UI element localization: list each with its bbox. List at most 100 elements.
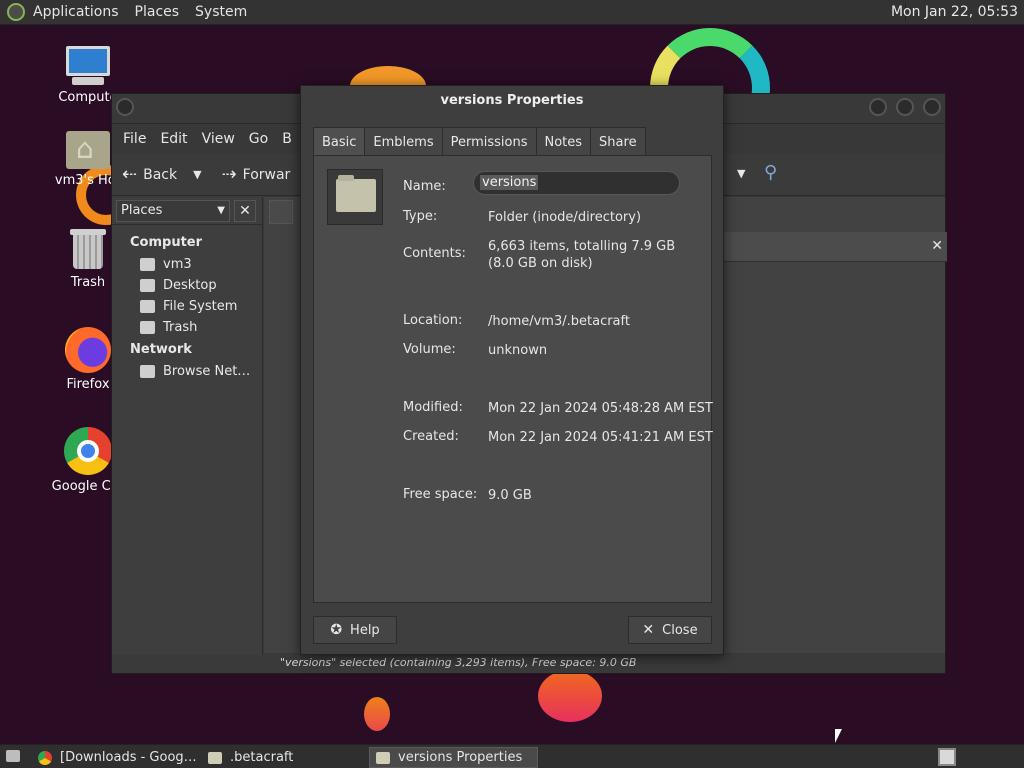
clock[interactable]: Mon Jan 22, 05:53 bbox=[891, 4, 1018, 20]
sidebar-item-label: Trash bbox=[163, 320, 198, 335]
home-icon bbox=[140, 258, 155, 271]
sidebar-item-label: vm3 bbox=[163, 257, 192, 272]
location-label: Location: bbox=[403, 313, 463, 328]
distro-logo-icon[interactable] bbox=[7, 3, 25, 21]
minimize-button[interactable] bbox=[869, 98, 887, 116]
contents-label: Contents: bbox=[403, 246, 466, 261]
help-label: Help bbox=[350, 622, 380, 638]
home-folder-icon bbox=[66, 131, 110, 169]
taskbar-item-label: [Downloads - Goog… bbox=[60, 750, 197, 765]
tab-permissions[interactable]: Permissions bbox=[441, 127, 537, 156]
basic-panel: Name: Type: Folder (inode/directory) Con… bbox=[313, 155, 713, 603]
menu-view[interactable]: View bbox=[195, 131, 242, 147]
forward-button[interactable]: ⇢ Forwar bbox=[212, 164, 301, 185]
taskbar-item-betacraft[interactable]: .betacraft bbox=[202, 747, 367, 768]
forward-label: Forwar bbox=[242, 166, 291, 183]
bottom-panel: [Downloads - Goog… .betacraft versions P… bbox=[0, 744, 1024, 768]
menu-bookmarks[interactable]: B bbox=[275, 131, 299, 147]
search-icon[interactable]: ⚲ bbox=[764, 162, 777, 183]
status-bar: "versions" selected (containing 3,293 it… bbox=[264, 653, 945, 673]
taskbar-item-label: versions Properties bbox=[398, 750, 523, 765]
chevron-down-icon[interactable]: ▼ bbox=[737, 167, 745, 180]
chevron-down-icon: ▼ bbox=[217, 205, 225, 216]
free-space-label: Free space: bbox=[403, 487, 478, 502]
edit-location-button[interactable] bbox=[269, 200, 293, 224]
desktop-icon-label: Compute bbox=[58, 90, 118, 105]
desktop-icon-label: Firefox bbox=[66, 377, 110, 392]
tab-notes[interactable]: Notes bbox=[535, 127, 592, 156]
menu-places[interactable]: Places bbox=[127, 4, 188, 20]
places-bar: Places ▼ ✕ bbox=[112, 197, 262, 225]
chrome-icon bbox=[64, 427, 112, 475]
close-icon: ✕ bbox=[642, 622, 655, 638]
properties-dialog: versions Properties Basic Emblems Permis… bbox=[300, 85, 724, 655]
top-panel: Applications Places System Mon Jan 22, 0… bbox=[0, 0, 1024, 25]
sidebar-item-filesystem[interactable]: File System bbox=[112, 296, 262, 317]
trash-icon bbox=[70, 227, 106, 271]
folder-icon bbox=[376, 751, 390, 764]
tab-share[interactable]: Share bbox=[590, 127, 646, 156]
drive-icon bbox=[140, 300, 155, 313]
sidebar-item-browse-network[interactable]: Browse Net… bbox=[112, 361, 262, 382]
sidebar-item-desktop[interactable]: Desktop bbox=[112, 275, 262, 296]
mouse-cursor-icon bbox=[835, 729, 842, 743]
volume-value: unknown bbox=[488, 343, 548, 358]
menu-edit[interactable]: Edit bbox=[153, 131, 194, 147]
sidebar-item-label: Browse Net… bbox=[163, 364, 251, 379]
folder-icon bbox=[208, 751, 222, 764]
sidebar-header-network: Network bbox=[130, 342, 192, 357]
created-value: Mon 22 Jan 2024 05:41:21 AM EST bbox=[488, 430, 713, 445]
tab-emblems[interactable]: Emblems bbox=[364, 127, 443, 156]
arrow-right-icon: ⇢ bbox=[221, 164, 237, 185]
close-window-button[interactable] bbox=[923, 98, 941, 116]
help-button[interactable]: ✪ Help bbox=[313, 616, 397, 644]
workspace-switcher[interactable] bbox=[938, 748, 956, 766]
taskbar-item-versions-properties[interactable]: versions Properties bbox=[369, 747, 538, 768]
sidebar-item-trash[interactable]: Trash bbox=[112, 317, 262, 338]
firefox-icon bbox=[65, 327, 111, 373]
close-icon[interactable]: ✕ bbox=[234, 199, 256, 222]
back-button[interactable]: ⇠ Back ▼ bbox=[112, 164, 212, 185]
desktop-icon bbox=[140, 279, 155, 292]
name-field[interactable]: versions bbox=[473, 171, 680, 195]
background-blob-orange-small bbox=[364, 697, 390, 731]
contents-value-line1: 6,663 items, totalling 7.9 GB bbox=[488, 239, 676, 254]
modified-label: Modified: bbox=[403, 400, 463, 415]
folder-icon[interactable] bbox=[327, 169, 383, 225]
menu-applications[interactable]: Applications bbox=[25, 4, 127, 20]
modified-value: Mon 22 Jan 2024 05:48:28 AM EST bbox=[488, 401, 713, 416]
tab-strip: Basic Emblems Permissions Notes Share bbox=[313, 127, 646, 156]
dialog-title[interactable]: versions Properties bbox=[301, 86, 723, 116]
free-space-value: 9.0 GB bbox=[488, 488, 532, 503]
close-button[interactable]: ✕ Close bbox=[628, 616, 712, 644]
chevron-down-icon[interactable]: ▼ bbox=[193, 168, 201, 181]
places-selector[interactable]: Places ▼ bbox=[116, 199, 230, 222]
network-icon bbox=[140, 365, 155, 378]
computer-icon bbox=[64, 46, 112, 86]
places-selector-label: Places bbox=[121, 203, 163, 218]
menu-file[interactable]: File bbox=[116, 131, 153, 147]
info-bar: ✕ bbox=[722, 232, 947, 262]
show-desktop-icon[interactable] bbox=[6, 750, 20, 762]
close-icon[interactable]: ✕ bbox=[931, 238, 943, 254]
close-label: Close bbox=[662, 622, 698, 638]
contents-value-line2: (8.0 GB on disk) bbox=[488, 256, 593, 271]
taskbar-item-downloads[interactable]: [Downloads - Goog… bbox=[32, 747, 202, 768]
location-value: /home/vm3/.betacraft bbox=[488, 314, 630, 329]
trash-icon bbox=[140, 321, 155, 334]
menu-system[interactable]: System bbox=[187, 4, 255, 20]
window-menu-button[interactable] bbox=[116, 98, 134, 116]
arrow-left-icon: ⇠ bbox=[122, 164, 138, 185]
help-icon: ✪ bbox=[330, 622, 343, 638]
background-blob-pink bbox=[538, 670, 602, 722]
name-field-value: versions bbox=[480, 175, 539, 190]
tab-basic[interactable]: Basic bbox=[313, 127, 366, 156]
type-label: Type: bbox=[403, 209, 438, 224]
back-label: Back bbox=[143, 166, 178, 183]
sidebar-item-label: Desktop bbox=[163, 278, 217, 293]
sidebar-item-vm3[interactable]: vm3 bbox=[112, 254, 262, 275]
menu-go[interactable]: Go bbox=[242, 131, 275, 147]
maximize-button[interactable] bbox=[896, 98, 914, 116]
type-value: Folder (inode/directory) bbox=[488, 210, 642, 225]
sidebar-item-label: File System bbox=[163, 299, 238, 314]
